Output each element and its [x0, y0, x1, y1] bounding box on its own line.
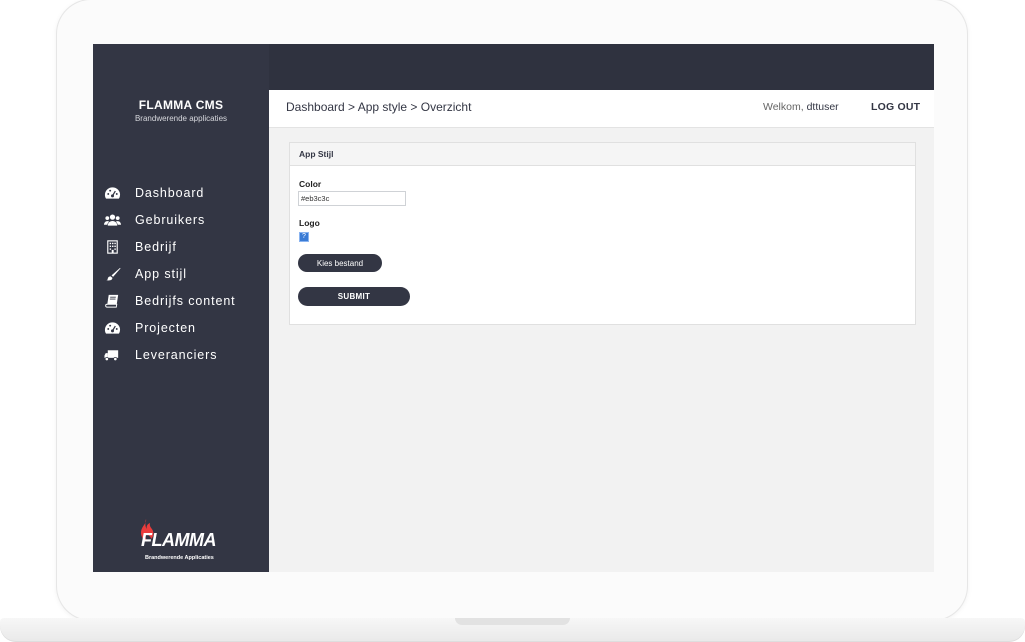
sidebar-item-projecten[interactable]: Projecten [93, 314, 269, 341]
panel-title: App Stijl [290, 143, 915, 166]
brand-title: FLAMMA CMS [138, 98, 224, 112]
sidebar-item-dashboard[interactable]: Dashboard [93, 179, 269, 206]
username: dttuser [806, 101, 839, 113]
sidebar-item-label: App stijl [135, 266, 187, 281]
sidebar-item-label: Projecten [135, 320, 196, 335]
logo-preview-image: ? [299, 232, 309, 242]
sidebar-item-bedrijf[interactable]: Bedrijf [93, 233, 269, 260]
welcome-prefix: Welkom, [763, 101, 804, 113]
logout-button[interactable]: LOG OUT [871, 101, 920, 113]
sidebar-item-label: Bedrijf [135, 239, 177, 254]
sidebar-item-label: Dashboard [135, 185, 205, 200]
flamma-logo: FLAMMA Brandwerende Applicaties [133, 518, 229, 564]
paintbrush-icon [103, 267, 121, 281]
truck-icon [103, 348, 121, 362]
users-icon [103, 213, 121, 227]
sidebar-item-app-stijl[interactable]: App stijl [93, 260, 269, 287]
logo-text: FLAMMA [141, 530, 216, 550]
logo-label: Logo [299, 218, 320, 228]
sidebar: FLAMMA CMS Brandwerende applicaties Dash… [93, 44, 269, 572]
building-icon [103, 239, 121, 254]
welcome-text: Welkom, dttuser [763, 101, 839, 113]
sidebar-item-leveranciers[interactable]: Leveranciers [93, 341, 269, 368]
dashboard-gauge-icon [103, 186, 121, 200]
sidebar-item-label: Leveranciers [135, 347, 218, 362]
choose-file-button[interactable]: Kies bestand [298, 254, 382, 272]
color-input[interactable] [298, 191, 406, 206]
screen: FLAMMA CMS Brandwerende applicaties Dash… [93, 44, 934, 572]
color-label: Color [299, 179, 322, 189]
sidebar-item-bedrijfs-content[interactable]: Bedrijfs content [93, 287, 269, 314]
main-content: Dashboard > App style > Overzicht Welkom… [269, 90, 934, 572]
logo-subtitle: Brandwerende Applicaties [145, 555, 214, 561]
laptop-notch [455, 618, 570, 625]
book-icon [103, 294, 121, 308]
app-style-panel: App Stijl Color Logo ? Kies bestand SUBM… [289, 142, 916, 325]
sidebar-nav: Dashboard Gebruikers Bedrijf App stijl B… [93, 179, 269, 368]
brand-subtitle: Brandwerende applicaties [134, 114, 228, 123]
topbar: Dashboard > App style > Overzicht Welkom… [269, 90, 934, 128]
submit-button[interactable]: SUBMIT [298, 287, 410, 306]
dashboard-gauge-icon [103, 321, 121, 335]
sidebar-item-label: Gebruikers [135, 212, 206, 227]
sidebar-item-gebruikers[interactable]: Gebruikers [93, 206, 269, 233]
breadcrumb: Dashboard > App style > Overzicht [286, 100, 472, 114]
sidebar-item-label: Bedrijfs content [135, 293, 236, 308]
